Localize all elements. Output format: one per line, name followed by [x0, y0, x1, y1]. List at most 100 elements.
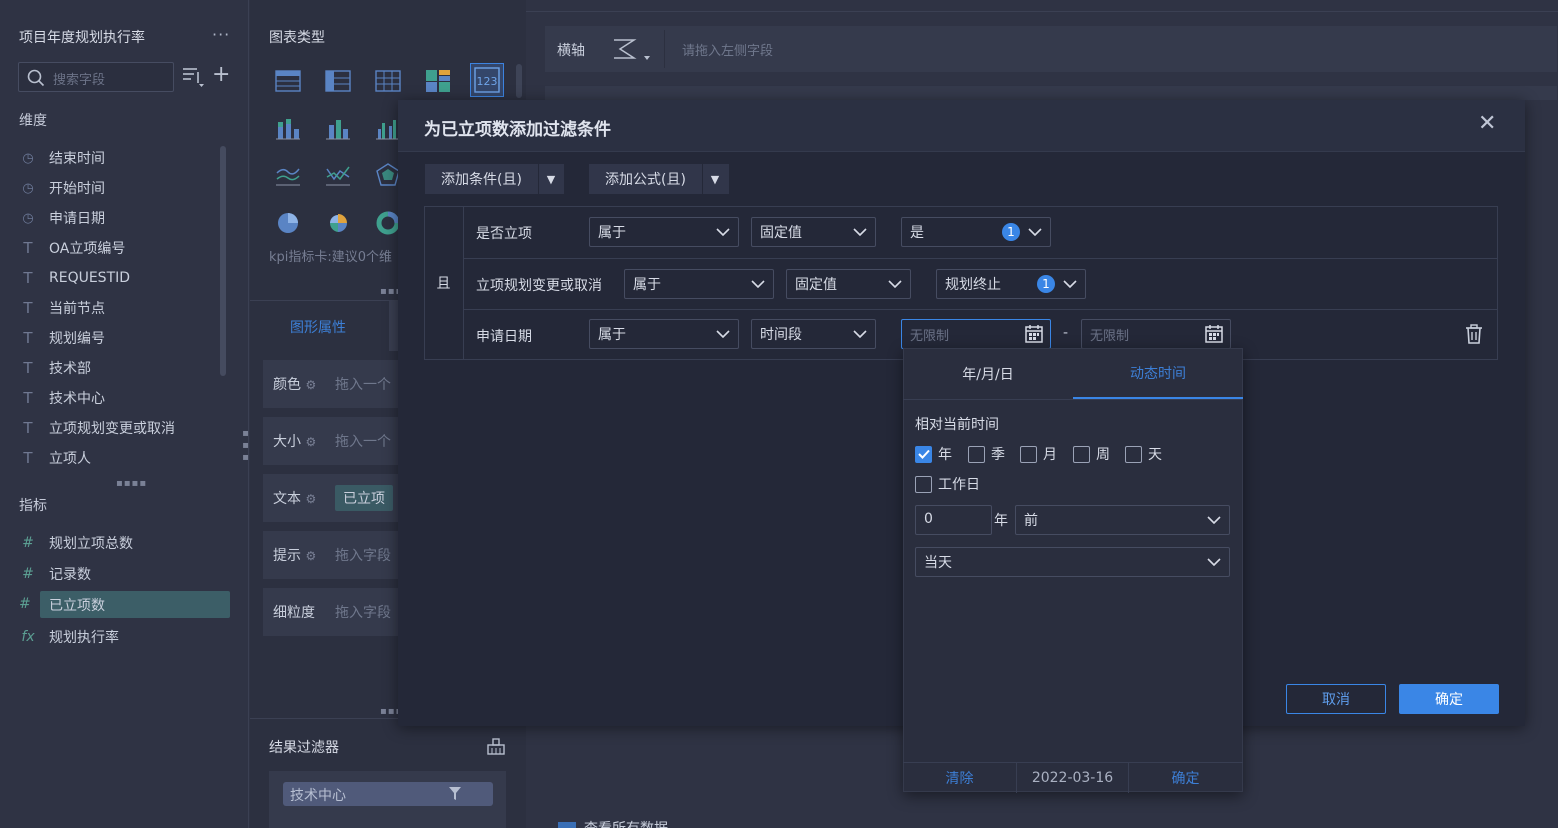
- dimension-item[interactable]: T 规划编号: [19, 323, 229, 353]
- gear-icon[interactable]: ⚙: [305, 549, 316, 563]
- unit-week-checkbox[interactable]: 周: [1073, 444, 1110, 464]
- dimension-item[interactable]: ◷ 申请日期: [19, 203, 229, 233]
- dimension-item[interactable]: ◷ 开始时间: [19, 173, 229, 203]
- measures-heading: 指标: [19, 498, 47, 514]
- checkbox-checked-icon[interactable]: [915, 445, 932, 463]
- line-chart-icon[interactable]: [321, 158, 355, 192]
- dimension-item[interactable]: T 技术部: [19, 353, 229, 383]
- show-all-data-checkbox[interactable]: [558, 822, 576, 828]
- clear-filter-icon[interactable]: [486, 736, 506, 756]
- chevron-down-icon: [1063, 280, 1077, 288]
- value-mode-select[interactable]: 时间段: [751, 319, 876, 349]
- dimension-item[interactable]: T 当前节点: [19, 293, 229, 323]
- table-chart-icon[interactable]: [271, 64, 305, 98]
- axis-sort-icon[interactable]: [611, 37, 653, 63]
- count-badge: 1: [1002, 223, 1020, 241]
- area-chart-icon[interactable]: [271, 158, 305, 192]
- value-select[interactable]: 规划终止 1: [936, 269, 1086, 299]
- dimension-item[interactable]: T REQUESTID: [19, 263, 229, 293]
- chevron-down-icon: [716, 330, 730, 338]
- tab-absolute-date[interactable]: 年/月/日: [903, 348, 1073, 399]
- checkbox-icon[interactable]: [915, 475, 932, 493]
- add-field-icon[interactable]: +: [212, 64, 230, 86]
- hash-icon: #: [22, 535, 34, 551]
- clear-button[interactable]: 清除: [903, 763, 1016, 793]
- gear-icon[interactable]: ⚙: [305, 435, 316, 449]
- divider: [464, 309, 1497, 310]
- anchor-select[interactable]: 当天: [915, 547, 1230, 577]
- unit-day-checkbox[interactable]: 天: [1125, 444, 1162, 464]
- chart-types-scrollbar[interactable]: [516, 64, 522, 98]
- sort-icon[interactable]: [182, 66, 206, 88]
- funnel-icon[interactable]: [449, 787, 461, 801]
- add-formula-button[interactable]: 添加公式(且) ▼: [589, 164, 729, 194]
- value-mode-select[interactable]: 固定值: [786, 269, 911, 299]
- unit-year-checkbox[interactable]: 年: [915, 444, 952, 464]
- dimension-item[interactable]: T 立项规划变更或取消: [19, 413, 229, 443]
- value-mode-select[interactable]: 固定值: [751, 217, 876, 247]
- operator-select[interactable]: 属于: [589, 319, 739, 349]
- count-badge: 1: [1037, 275, 1055, 293]
- checkbox-icon[interactable]: [968, 445, 985, 463]
- heatmap-table-icon[interactable]: [421, 64, 455, 98]
- trash-icon[interactable]: [1464, 324, 1484, 344]
- offset-number-input[interactable]: 0: [915, 505, 992, 535]
- detail-table-icon[interactable]: [321, 64, 355, 98]
- tab-graph-properties[interactable]: 图形属性: [290, 317, 346, 337]
- more-icon[interactable]: ···: [212, 25, 230, 44]
- value-select[interactable]: 是1: [901, 217, 1051, 247]
- select-value: 当天: [924, 555, 952, 571]
- direction-select[interactable]: 前: [1015, 505, 1230, 535]
- cross-table-icon[interactable]: [371, 64, 405, 98]
- calendar-icon[interactable]: [1204, 324, 1224, 344]
- hash-icon: #: [19, 596, 31, 612]
- operator-select[interactable]: 属于: [624, 269, 774, 299]
- measure-item[interactable]: # 规划立项总数: [19, 528, 229, 558]
- checkbox-icon[interactable]: [1073, 445, 1090, 463]
- operator-select[interactable]: 属于: [589, 217, 739, 247]
- dimension-label: REQUESTID: [49, 270, 131, 286]
- prop-field-chip[interactable]: 已立项: [335, 485, 393, 511]
- close-icon[interactable]: ✕: [1478, 113, 1496, 135]
- tab-dynamic-time[interactable]: 动态时间: [1073, 348, 1243, 399]
- dimension-item[interactable]: T 技术中心: [19, 383, 229, 413]
- gear-icon[interactable]: ⚙: [305, 378, 316, 392]
- calendar-icon[interactable]: [1024, 324, 1044, 344]
- and-connector[interactable]: 且: [424, 206, 464, 360]
- caret-down-icon[interactable]: ▼: [701, 164, 727, 194]
- resize-grip-icon[interactable]: ▪▪▪▪: [116, 478, 147, 489]
- chevron-down-icon: [751, 280, 765, 288]
- cancel-button[interactable]: 取消: [1286, 684, 1386, 714]
- bar-chart-icon[interactable]: [321, 112, 355, 146]
- measure-item[interactable]: fx 规划执行率: [19, 622, 229, 652]
- confirm-button[interactable]: 确定: [1399, 684, 1499, 714]
- add-condition-button[interactable]: 添加条件(且) ▼: [425, 164, 564, 194]
- dimension-label: 立项人: [49, 451, 91, 467]
- result-filter-chip[interactable]: 技术中心: [283, 782, 493, 806]
- field-search-input[interactable]: 搜索字段: [18, 62, 174, 92]
- y-axis-dropzone[interactable]: [545, 86, 1557, 100]
- pie-chart-icon[interactable]: [271, 206, 305, 240]
- dimension-label: 技术中心: [49, 391, 105, 407]
- checkbox-icon[interactable]: [1020, 445, 1037, 463]
- unit-month-checkbox[interactable]: 月: [1020, 444, 1057, 464]
- workday-checkbox[interactable]: 工作日: [915, 474, 980, 494]
- popover-confirm-button[interactable]: 确定: [1129, 763, 1242, 793]
- kpi-card-icon[interactable]: 123: [470, 63, 504, 97]
- checkbox-icon[interactable]: [1125, 445, 1142, 463]
- dimension-item[interactable]: T OA立项编号: [19, 233, 229, 263]
- dimension-label: 申请日期: [49, 211, 105, 227]
- measure-item-selected[interactable]: 已立项数: [40, 591, 230, 618]
- rose-chart-icon[interactable]: [321, 206, 355, 240]
- unit-quarter-checkbox[interactable]: 季: [968, 444, 1005, 464]
- start-date-input[interactable]: 无限制: [901, 319, 1051, 349]
- dimension-item[interactable]: ◷ 结束时间: [19, 143, 229, 173]
- dimension-label: 开始时间: [49, 181, 105, 197]
- gear-icon[interactable]: ⚙: [305, 492, 316, 506]
- stacked-bar-icon[interactable]: [271, 112, 305, 146]
- popover-footer: 清除 2022-03-16 确定: [903, 762, 1243, 793]
- end-date-input[interactable]: 无限制: [1081, 319, 1231, 349]
- measure-item[interactable]: # 记录数: [19, 559, 229, 589]
- dimension-item[interactable]: T 立项人: [19, 443, 229, 473]
- caret-down-icon[interactable]: ▼: [537, 164, 563, 194]
